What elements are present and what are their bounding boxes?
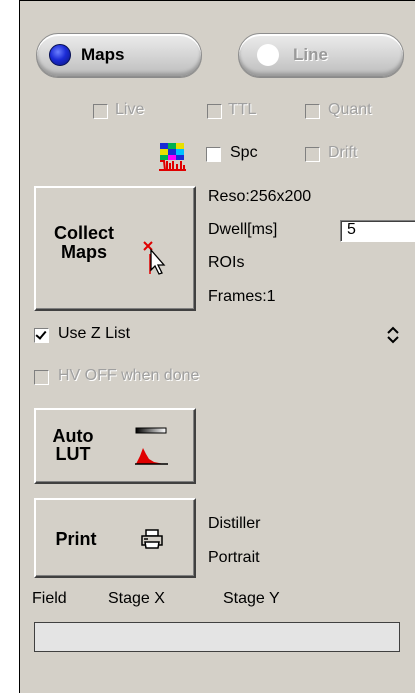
line-label: Line bbox=[293, 45, 328, 64]
use-z-list-checkbox[interactable] bbox=[34, 328, 49, 343]
field-label: Field bbox=[32, 590, 67, 607]
quant-label: Quant bbox=[328, 101, 372, 118]
hv-off-label: HV OFF when done bbox=[58, 367, 200, 384]
print-orientation: Portrait bbox=[208, 549, 260, 566]
maps-radio-icon bbox=[49, 44, 71, 66]
status-bar bbox=[34, 622, 400, 652]
control-panel: Maps Line Live TTL Quant Spc Drift Colle… bbox=[19, 0, 415, 693]
dwell-input[interactable]: 5 bbox=[340, 220, 415, 242]
print-button[interactable]: Print bbox=[34, 498, 196, 578]
printer-name: Distiller bbox=[208, 515, 261, 532]
print-label: Print bbox=[55, 529, 97, 549]
dwell-label: Dwell[ms] bbox=[208, 221, 278, 238]
auto-lut-button[interactable]: Auto LUT bbox=[34, 408, 196, 484]
collect-label: Collect bbox=[53, 223, 114, 243]
spectrum-map-icon bbox=[158, 141, 188, 171]
frames-text: Frames:1 bbox=[208, 288, 276, 305]
resolution-text: Reso:256x200 bbox=[208, 188, 312, 205]
ttl-checkbox[interactable] bbox=[207, 104, 222, 119]
use-z-list-label: Use Z List bbox=[58, 325, 131, 342]
collect-maps-button[interactable]: Collect Maps bbox=[34, 186, 196, 311]
maps-mode-button[interactable]: Maps bbox=[36, 33, 202, 77]
drift-checkbox[interactable] bbox=[305, 147, 320, 162]
printer-icon bbox=[140, 528, 164, 550]
maps-button-label: Maps bbox=[60, 242, 107, 262]
cursor-target-icon bbox=[142, 240, 172, 276]
stage-y-label: Stage Y bbox=[223, 590, 280, 607]
drift-label: Drift bbox=[328, 144, 358, 161]
ttl-label: TTL bbox=[228, 101, 257, 118]
hv-off-checkbox[interactable] bbox=[34, 370, 49, 385]
line-radio-icon bbox=[257, 44, 279, 66]
spc-label: Spc bbox=[230, 144, 258, 161]
lut-label: LUT bbox=[55, 444, 91, 464]
histogram-lut-icon bbox=[134, 426, 170, 466]
rois-text: ROIs bbox=[208, 254, 245, 271]
up-down-chevron-icon[interactable] bbox=[385, 324, 401, 346]
line-mode-button[interactable]: Line bbox=[238, 33, 404, 77]
spc-checkbox[interactable] bbox=[206, 147, 221, 162]
auto-label: Auto bbox=[52, 426, 94, 446]
live-checkbox[interactable] bbox=[93, 104, 108, 119]
quant-checkbox[interactable] bbox=[305, 104, 320, 119]
live-label: Live bbox=[115, 101, 145, 118]
stage-x-label: Stage X bbox=[108, 590, 165, 607]
maps-label: Maps bbox=[81, 45, 125, 64]
